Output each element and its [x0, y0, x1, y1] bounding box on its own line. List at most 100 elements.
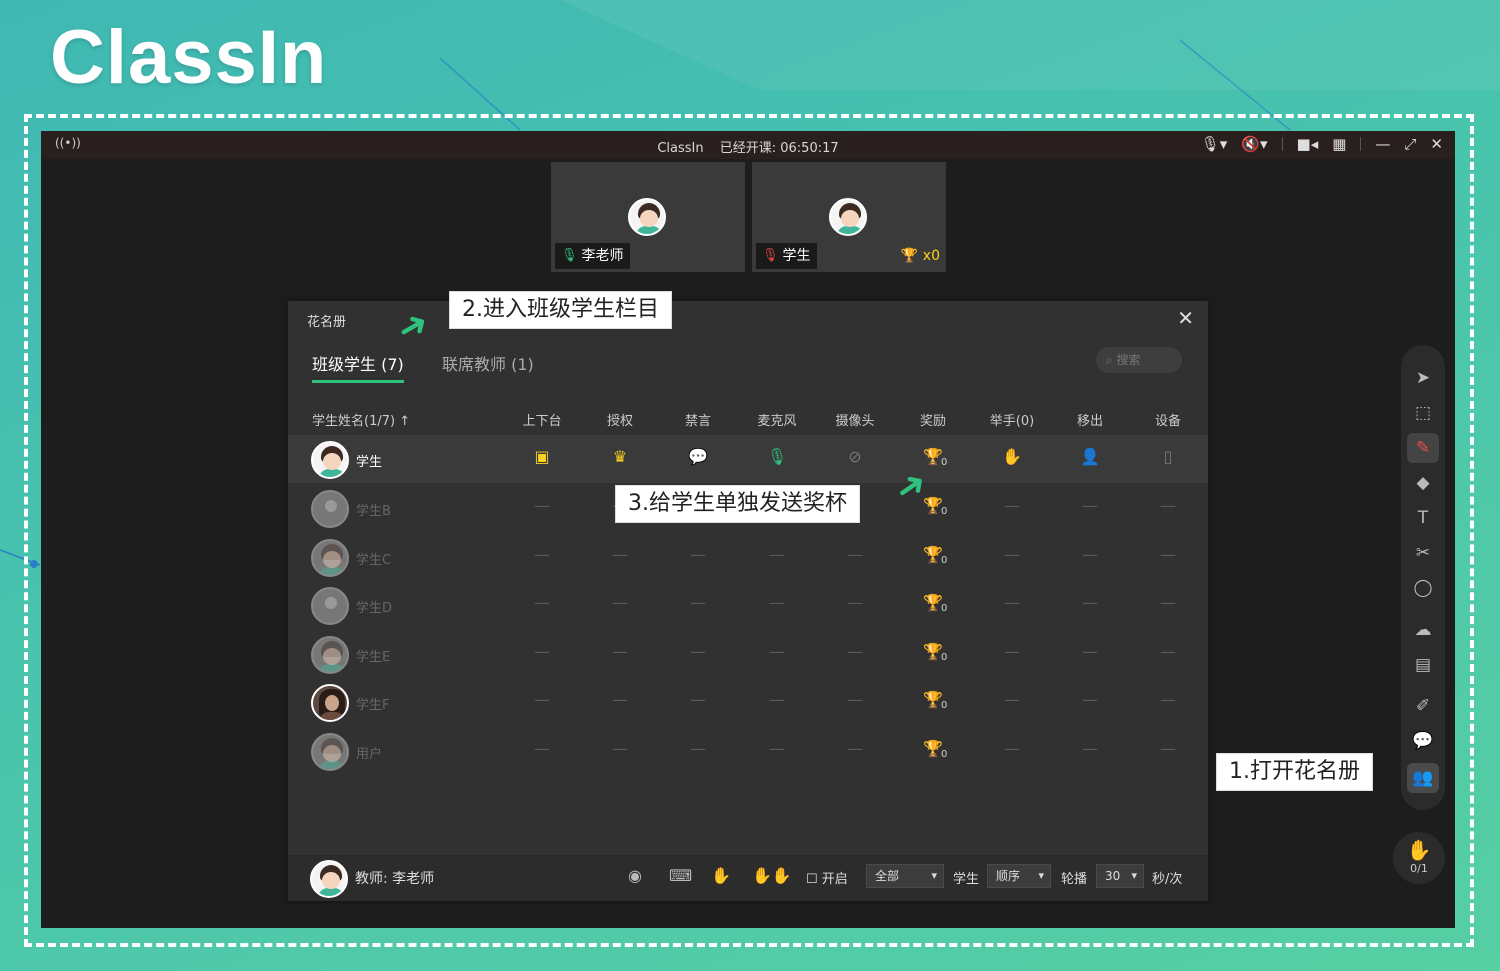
- placeholder-dash: —: [690, 739, 706, 758]
- table-row: 学生C — — — — — 🏆 0 — — —: [288, 533, 1208, 581]
- placeholder-dash: —: [847, 593, 863, 612]
- enable-label: 开启: [821, 872, 848, 887]
- reward-trophy-button[interactable]: 🏆 0: [898, 642, 968, 663]
- roster-footer: 教师: 李老师 ◉ ⌨ ✋ ✋✋ ☐ 开启 全部 学生 顺序 轮播 30 秒/次: [288, 853, 1208, 901]
- laser-pointer-icon[interactable]: ◯: [1401, 573, 1445, 603]
- col-camera: 摄像头: [835, 414, 875, 429]
- cloud-drive-icon[interactable]: ☁: [1401, 615, 1445, 645]
- search-input[interactable]: ⌕ 搜索: [1096, 347, 1182, 373]
- trophy-icon: 🏆 0: [923, 593, 948, 614]
- placeholder-dash: —: [1082, 690, 1098, 709]
- placeholder-dash: —: [1160, 593, 1176, 612]
- chat-icon[interactable]: 💬: [663, 447, 733, 466]
- placeholder-dash: —: [534, 496, 550, 515]
- col-authorize: 授权: [606, 414, 633, 429]
- speaker-dropdown-icon[interactable]: 🔇▾: [1241, 135, 1267, 153]
- placeholder-dash: —: [1160, 545, 1176, 564]
- eraser-icon[interactable]: ◆: [1401, 468, 1445, 498]
- user-circle-icon[interactable]: ◉: [628, 866, 642, 885]
- col-student-name[interactable]: 学生姓名(1/7) ↑: [312, 410, 452, 429]
- divider: [1281, 137, 1283, 151]
- placeholder-dash: —: [690, 690, 706, 709]
- table-row: 用户 — — — — — 🏆 0 — — —: [288, 727, 1208, 775]
- enable-checkbox[interactable]: ☐ 开启: [806, 868, 848, 887]
- target-label: 学生: [953, 872, 980, 887]
- placeholder-dash: —: [1082, 593, 1098, 612]
- reward-trophy-button[interactable]: 🏆 0: [898, 593, 968, 614]
- trophy-icon: 🏆 0: [923, 642, 948, 663]
- crown-icon[interactable]: ♛: [585, 447, 655, 466]
- video-tile-student[interactable]: 🎙 学生 🏆 x0: [752, 162, 946, 272]
- student-name: 学生C: [356, 553, 392, 568]
- minimize-icon[interactable]: —: [1375, 135, 1390, 153]
- marquee-select-icon[interactable]: ⬚: [1401, 398, 1445, 428]
- search-placeholder: 搜索: [1116, 353, 1141, 367]
- interval-stepper[interactable]: 30: [1096, 864, 1144, 888]
- toolbox-icon[interactable]: ▤: [1401, 650, 1445, 680]
- trophy-count: 0: [941, 603, 948, 614]
- pen-icon[interactable]: ✎: [1407, 433, 1439, 463]
- mic-dropdown-icon[interactable]: 🎙▾: [1201, 135, 1228, 153]
- roster-users-icon[interactable]: 👥: [1407, 763, 1439, 793]
- edit-icon[interactable]: ✐: [1401, 691, 1445, 721]
- camera-icon[interactable]: ■◂: [1297, 135, 1319, 153]
- video-tile-teacher[interactable]: 🎙 李老师: [551, 162, 745, 272]
- placeholder-dash: —: [1004, 496, 1020, 515]
- class-timer: 已经开课: 06:50:17: [719, 141, 839, 156]
- avatar: [311, 636, 349, 674]
- reward-trophy-button[interactable]: 🏆 0: [898, 545, 968, 566]
- fullscreen-icon[interactable]: ⤢: [1404, 135, 1416, 153]
- placeholder-dash: —: [534, 545, 550, 564]
- reward-trophy-button[interactable]: 🏆 0: [898, 690, 968, 711]
- reward-trophy-button[interactable]: 🏆 0: [898, 739, 968, 760]
- placeholder-dash: —: [847, 642, 863, 661]
- text-tool-icon[interactable]: T: [1401, 503, 1445, 533]
- col-hand-raise: 举手(0): [989, 414, 1035, 429]
- trophy-count: 0: [941, 700, 948, 711]
- callout-step-1: 1.打开花名册: [1216, 753, 1373, 791]
- remove-user-icon[interactable]: 👤: [1055, 447, 1125, 466]
- chat-bubbles-icon[interactable]: 💬: [1401, 726, 1445, 756]
- all-hands-icon[interactable]: ✋✋: [752, 866, 792, 885]
- placeholder-dash: —: [847, 690, 863, 709]
- rotate-label: 轮播: [1061, 872, 1088, 887]
- hand-raise-button[interactable]: ✋ 0/1: [1393, 832, 1445, 884]
- placeholder-dash: —: [534, 593, 550, 612]
- teacher-label: 教师: 李老师: [355, 871, 435, 887]
- tab-class-students[interactable]: 班级学生 (7): [312, 351, 404, 383]
- stage-toggle-icon[interactable]: ▣: [507, 447, 577, 466]
- close-window-icon[interactable]: ✕: [1430, 135, 1443, 153]
- mic-icon[interactable]: 🎙: [742, 447, 812, 466]
- avatar: [311, 733, 349, 771]
- teacher-avatar: [310, 860, 348, 898]
- single-hand-icon[interactable]: ✋: [711, 866, 731, 885]
- trophy-counter: 🏆 x0: [901, 248, 940, 264]
- tab-co-teachers[interactable]: 联席教师 (1): [442, 351, 534, 375]
- select-cursor-icon[interactable]: ➤: [1401, 363, 1445, 393]
- col-stage: 上下台: [522, 414, 562, 429]
- scissors-icon[interactable]: ✂: [1401, 538, 1445, 568]
- placeholder-dash: —: [612, 690, 628, 709]
- placeholder-dash: —: [769, 642, 785, 661]
- scope-select[interactable]: 全部: [866, 864, 944, 888]
- placeholder-dash: —: [847, 545, 863, 564]
- layout-grid-icon[interactable]: ▦: [1332, 135, 1346, 153]
- tile-name: 学生: [782, 248, 811, 264]
- camera-off-icon[interactable]: ⊘: [820, 447, 890, 466]
- placeholder-dash: —: [534, 739, 550, 758]
- col-mute-chat: 禁言: [684, 414, 711, 429]
- callout-step-3: 3.给学生单独发送奖杯: [615, 485, 860, 523]
- trophy-icon: 🏆 0: [923, 545, 948, 566]
- close-roster-icon[interactable]: ✕: [1177, 306, 1194, 330]
- placeholder-dash: —: [612, 642, 628, 661]
- student-name: 学生E: [356, 650, 391, 665]
- classin-logo: ClassIn: [50, 15, 328, 100]
- placeholder-dash: —: [612, 545, 628, 564]
- window-controls: 🎙▾ 🔇▾ ■◂ ▦ — ⤢ ✕: [1201, 135, 1443, 153]
- placeholder-dash: —: [769, 545, 785, 564]
- device-icon[interactable]: ▯: [1133, 447, 1203, 466]
- roster-title: 花名册: [307, 315, 347, 330]
- mic-on-icon: 🎙: [561, 248, 578, 263]
- keyboard-icon[interactable]: ⌨: [669, 866, 692, 885]
- order-select[interactable]: 顺序: [987, 864, 1051, 888]
